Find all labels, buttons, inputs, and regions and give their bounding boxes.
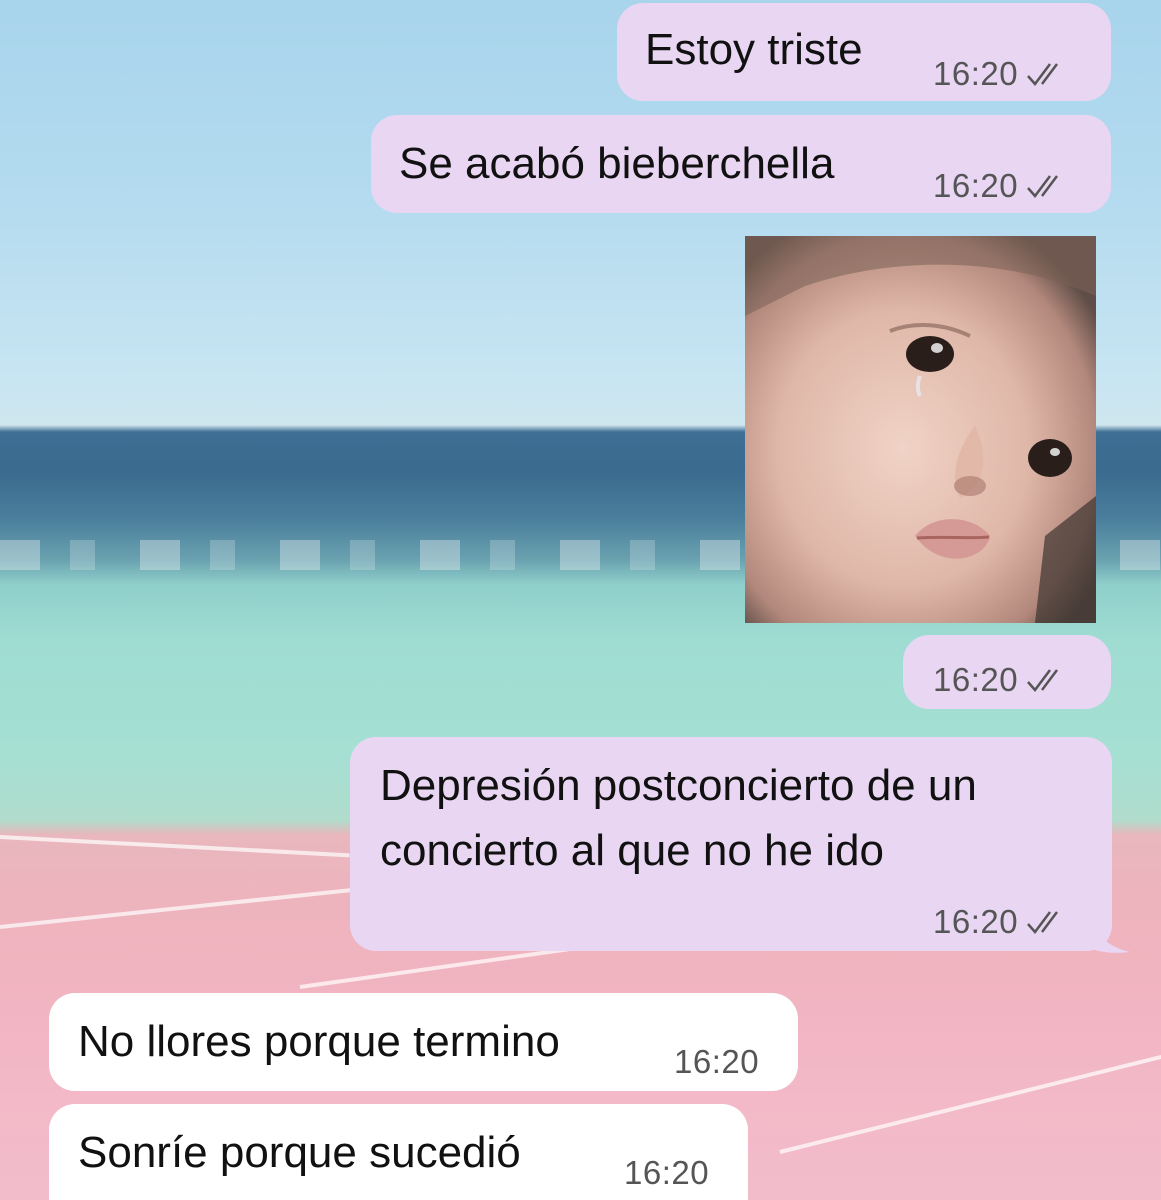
message-meta: 16:20 xyxy=(674,1037,759,1087)
double-check-icon xyxy=(1027,911,1059,934)
message-time: 16:20 xyxy=(933,903,1019,940)
photo-drawing xyxy=(745,236,1096,623)
message-time: 16:20 xyxy=(933,55,1019,92)
crying-baby-photo[interactable] xyxy=(745,236,1096,623)
double-check-icon xyxy=(1027,175,1059,198)
message-meta: 16:20 xyxy=(933,897,1070,947)
message-time: 16:20 xyxy=(624,1154,710,1191)
double-check-icon xyxy=(1027,63,1059,86)
image-caption-bubble[interactable]: 16:20 xyxy=(903,635,1111,709)
message-meta: 16:20 xyxy=(933,49,1070,99)
message-text: Estoy triste xyxy=(645,25,863,74)
message-time: 16:20 xyxy=(933,661,1019,698)
double-check-icon xyxy=(1027,669,1059,692)
message-meta: 16:20 xyxy=(624,1148,709,1198)
message-text: Sonríe porque sucedió xyxy=(78,1128,521,1177)
message-text: No llores porque termino xyxy=(78,1017,560,1066)
incoming-message[interactable]: No llores porque termino 16:20 xyxy=(49,993,798,1091)
bubble-tail xyxy=(1090,920,1130,953)
message-text-line: concierto al que no he ido xyxy=(380,826,884,875)
message-meta: 16:20 xyxy=(933,655,1070,705)
message-time: 16:20 xyxy=(933,167,1019,204)
outgoing-message[interactable]: Estoy triste 16:20 xyxy=(617,3,1111,101)
wallpaper-levee xyxy=(0,835,350,858)
message-meta: 16:20 xyxy=(933,161,1070,211)
outgoing-message[interactable]: Se acabó bieberchella 16:20 xyxy=(371,115,1111,213)
message-time: 16:20 xyxy=(674,1043,760,1080)
outgoing-message[interactable]: Depresión postconcierto de un concierto … xyxy=(350,737,1112,951)
wallpaper-levee xyxy=(779,1053,1161,1154)
message-text: Se acabó bieberchella xyxy=(399,139,835,188)
message-text-line: Depresión postconcierto de un xyxy=(380,761,977,810)
incoming-message[interactable]: Sonríe porque sucedió 16:20 xyxy=(49,1104,748,1200)
